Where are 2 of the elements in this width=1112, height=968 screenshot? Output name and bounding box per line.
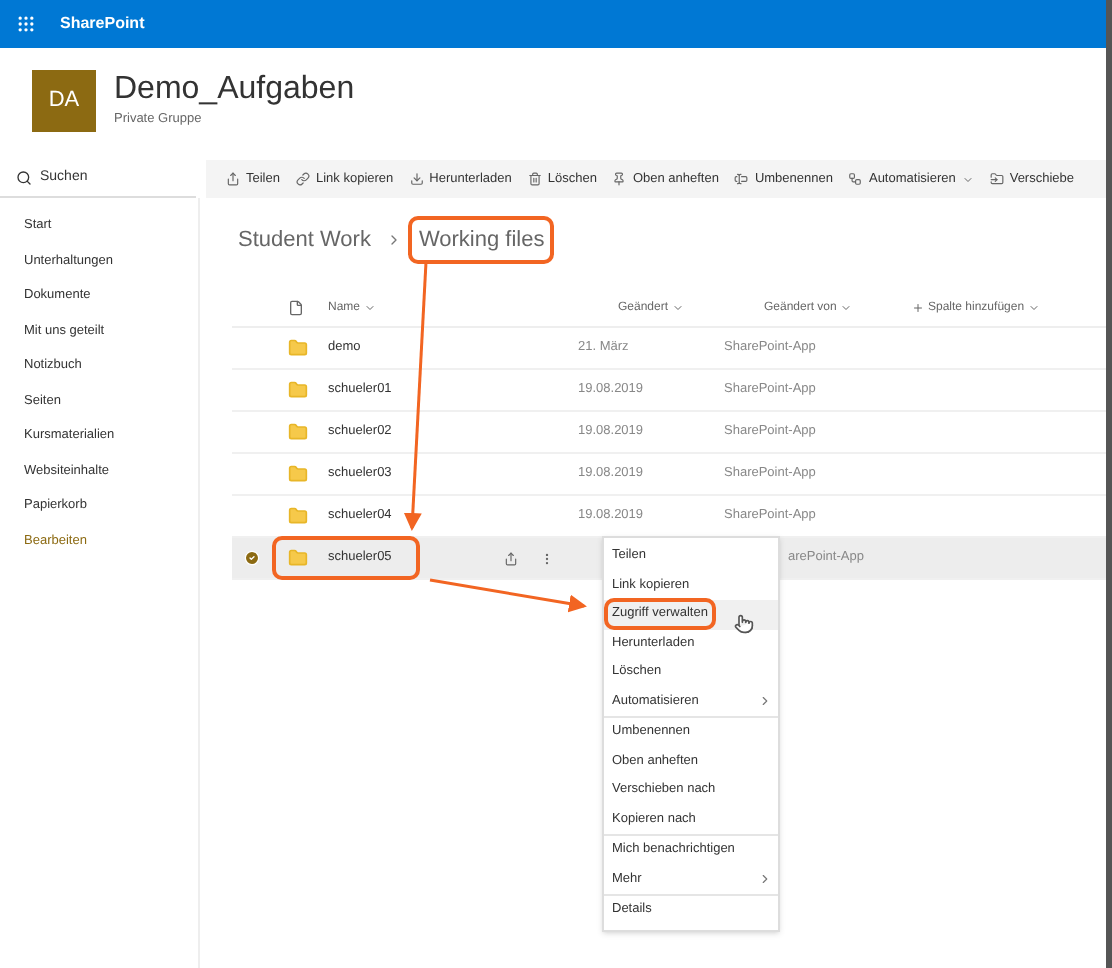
site-logo: DA — [32, 69, 96, 131]
site-title: Demo_Aufgaben — [114, 70, 355, 111]
